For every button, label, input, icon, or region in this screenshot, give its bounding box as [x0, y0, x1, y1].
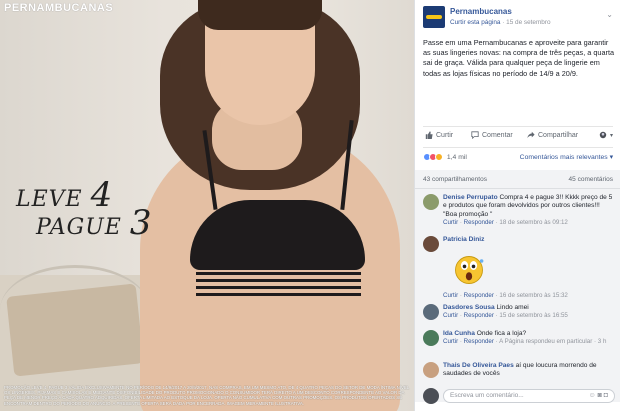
surprised-emoji-sticker-icon[interactable]: [451, 252, 487, 288]
comment-meta: Curtir · Responder · A Página respondeu …: [443, 338, 607, 346]
comment-item: Thais De Oliveira Paes aí que loucura mo…: [423, 362, 615, 382]
like-button[interactable]: Curtir: [425, 131, 453, 139]
page-name-link[interactable]: Pernambucanas: [450, 7, 512, 16]
comment-filter-label: Comentários mais relevantes: [519, 154, 608, 161]
post-photo[interactable]: PERNAMBUCANAS LEVE 4 PAGUE 3 PROMOÇÃO LE…: [0, 0, 414, 411]
comment-item: Ida Cunha Onde fica a loja? Curtir · Res…: [423, 330, 615, 360]
avatar[interactable]: [423, 236, 439, 252]
avatar[interactable]: [423, 304, 439, 320]
comment-label: Comentar: [482, 131, 513, 139]
comment-filter-dropdown[interactable]: Comentários mais relevantes ▾: [520, 153, 613, 161]
promo-pague: PAGUE: [36, 215, 122, 240]
model-fringe: [198, 0, 322, 30]
comment-item: Denise Perrupato Compra 4 e pague 3!! Kk…: [423, 194, 615, 232]
emoji-camera-icons[interactable]: ☺ ◙ ◘: [589, 392, 609, 399]
avatar[interactable]: [423, 388, 439, 404]
comment-reply-link[interactable]: Responder: [464, 338, 494, 345]
comment-body: Thais De Oliveira Paes aí que loucura mo…: [443, 362, 615, 379]
comment-icon: [471, 131, 479, 139]
photo-fine-print: PROMOÇÃO LEVE 4, PAGUE 3 VÁLIDA EXCLUSIV…: [4, 385, 410, 406]
comment-meta: Curtir · Responder · 16 de setembro às 1…: [443, 292, 568, 299]
share-icon: [527, 131, 535, 139]
comment-reply-link[interactable]: Responder: [464, 219, 494, 226]
comment-item: Patricia Diniz Curtir · Responder · 16 d…: [423, 236, 615, 302]
haha-reaction-icon[interactable]: [435, 153, 443, 161]
shares-count[interactable]: 43 compartilhamentos: [423, 176, 487, 183]
globe-avatar-icon: [599, 131, 607, 139]
comment-text: Lindo amei: [496, 304, 529, 311]
promo-pague-number: 3: [129, 203, 153, 243]
post-subline: Curtir esta página · 15 de setembro: [450, 19, 551, 26]
comment-author[interactable]: Ida Cunha: [443, 330, 475, 337]
comment-time[interactable]: 18 de setembro às 09:12: [499, 219, 567, 226]
comment-body: Denise Perrupato Compra 4 e pague 3!! Kk…: [443, 194, 615, 228]
comment-meta: Curtir · Responder · 18 de setembro às 0…: [443, 219, 568, 227]
comments-count[interactable]: 45 comentários: [569, 176, 613, 183]
comment-time[interactable]: 3 h: [598, 338, 607, 345]
promo-headline: LEVE 4 PAGUE 3: [16, 178, 153, 240]
comment-reply-link[interactable]: Responder: [464, 312, 494, 319]
comment-meta: Curtir · Responder · 15 de setembro às 1…: [443, 312, 568, 320]
comment-body: Patricia Diniz: [443, 236, 615, 244]
page-reply-note[interactable]: A Página respondeu em particular: [499, 338, 592, 345]
divider: [415, 188, 620, 189]
comment-author[interactable]: Denise Perrupato: [443, 194, 498, 201]
chevron-down-icon: ▾: [609, 154, 613, 161]
like-page-link[interactable]: Curtir esta página: [450, 19, 500, 26]
bra-shape: [190, 200, 365, 270]
comment-like-link[interactable]: Curtir: [443, 338, 458, 345]
post-side-panel: Pernambucanas Curtir esta página · 15 de…: [414, 0, 620, 411]
comment-time[interactable]: 15 de setembro às 16:55: [499, 312, 567, 319]
share-label: Compartilhar: [538, 131, 579, 139]
avatar[interactable]: [423, 330, 439, 346]
comment-item: Dasdores Sousa Lindo amei Curtir · Respo…: [423, 304, 615, 328]
page-avatar[interactable]: [423, 6, 445, 28]
post-date[interactable]: 15 de setembro: [506, 19, 550, 26]
divider: [423, 147, 613, 148]
like-label: Curtir: [436, 131, 454, 139]
comment-author[interactable]: Thais De Oliveira Paes: [443, 362, 514, 369]
photo-brand-logo: PERNAMBUCANAS: [4, 2, 114, 14]
chevron-down-icon: ▾: [610, 132, 614, 139]
comment-input[interactable]: Escreva um comentário... ☺ ◙ ◘: [443, 389, 615, 403]
comment-body: Ida Cunha Onde fica a loja? Curtir · Res…: [443, 330, 615, 347]
reaction-count[interactable]: 1,4 mil: [447, 154, 467, 161]
comment-time[interactable]: 16 de setembro às 15:32: [499, 292, 567, 299]
pillow-shape: [6, 283, 144, 377]
share-as-selector[interactable]: ▾: [599, 131, 613, 139]
bra-band: [196, 272, 361, 298]
share-button[interactable]: Compartilhar: [527, 131, 578, 139]
comment-like-link[interactable]: Curtir: [443, 312, 458, 319]
comment-like-link[interactable]: Curtir: [443, 219, 458, 226]
reactions-row: 1,4 mil Comentários mais relevantes ▾: [423, 153, 613, 165]
comment-button[interactable]: Comentar: [471, 131, 513, 139]
divider: [423, 126, 613, 127]
comment-input-placeholder: Escreva um comentário...: [450, 392, 524, 399]
post-options-icon[interactable]: ⌄: [606, 10, 613, 19]
thumbs-up-icon: [425, 131, 433, 139]
comment-text: Onde fica a loja?: [476, 330, 527, 337]
avatar[interactable]: [423, 362, 439, 378]
engagement-counts: 43 compartilhamentos 45 comentários: [423, 176, 613, 183]
comment-reply-link[interactable]: Responder: [464, 292, 494, 299]
comment-author[interactable]: Dasdores Sousa: [443, 304, 495, 311]
comment-author[interactable]: Patricia Diniz: [443, 236, 484, 243]
post-text: Passe em uma Pernambucanas e aproveite p…: [423, 38, 615, 78]
post-actions: Curtir Comentar Compartilhar ▾: [423, 130, 613, 144]
comment-like-link[interactable]: Curtir: [443, 292, 458, 299]
comment-body: Dasdores Sousa Lindo amei Curtir · Respo…: [443, 304, 615, 321]
post-header: Pernambucanas Curtir esta página · 15 de…: [423, 6, 613, 30]
write-comment-row: Escreva um comentário... ☺ ◙ ◘: [423, 388, 615, 406]
avatar[interactable]: [423, 194, 439, 210]
comments-section: 43 compartilhamentos 45 comentários Deni…: [415, 170, 620, 402]
